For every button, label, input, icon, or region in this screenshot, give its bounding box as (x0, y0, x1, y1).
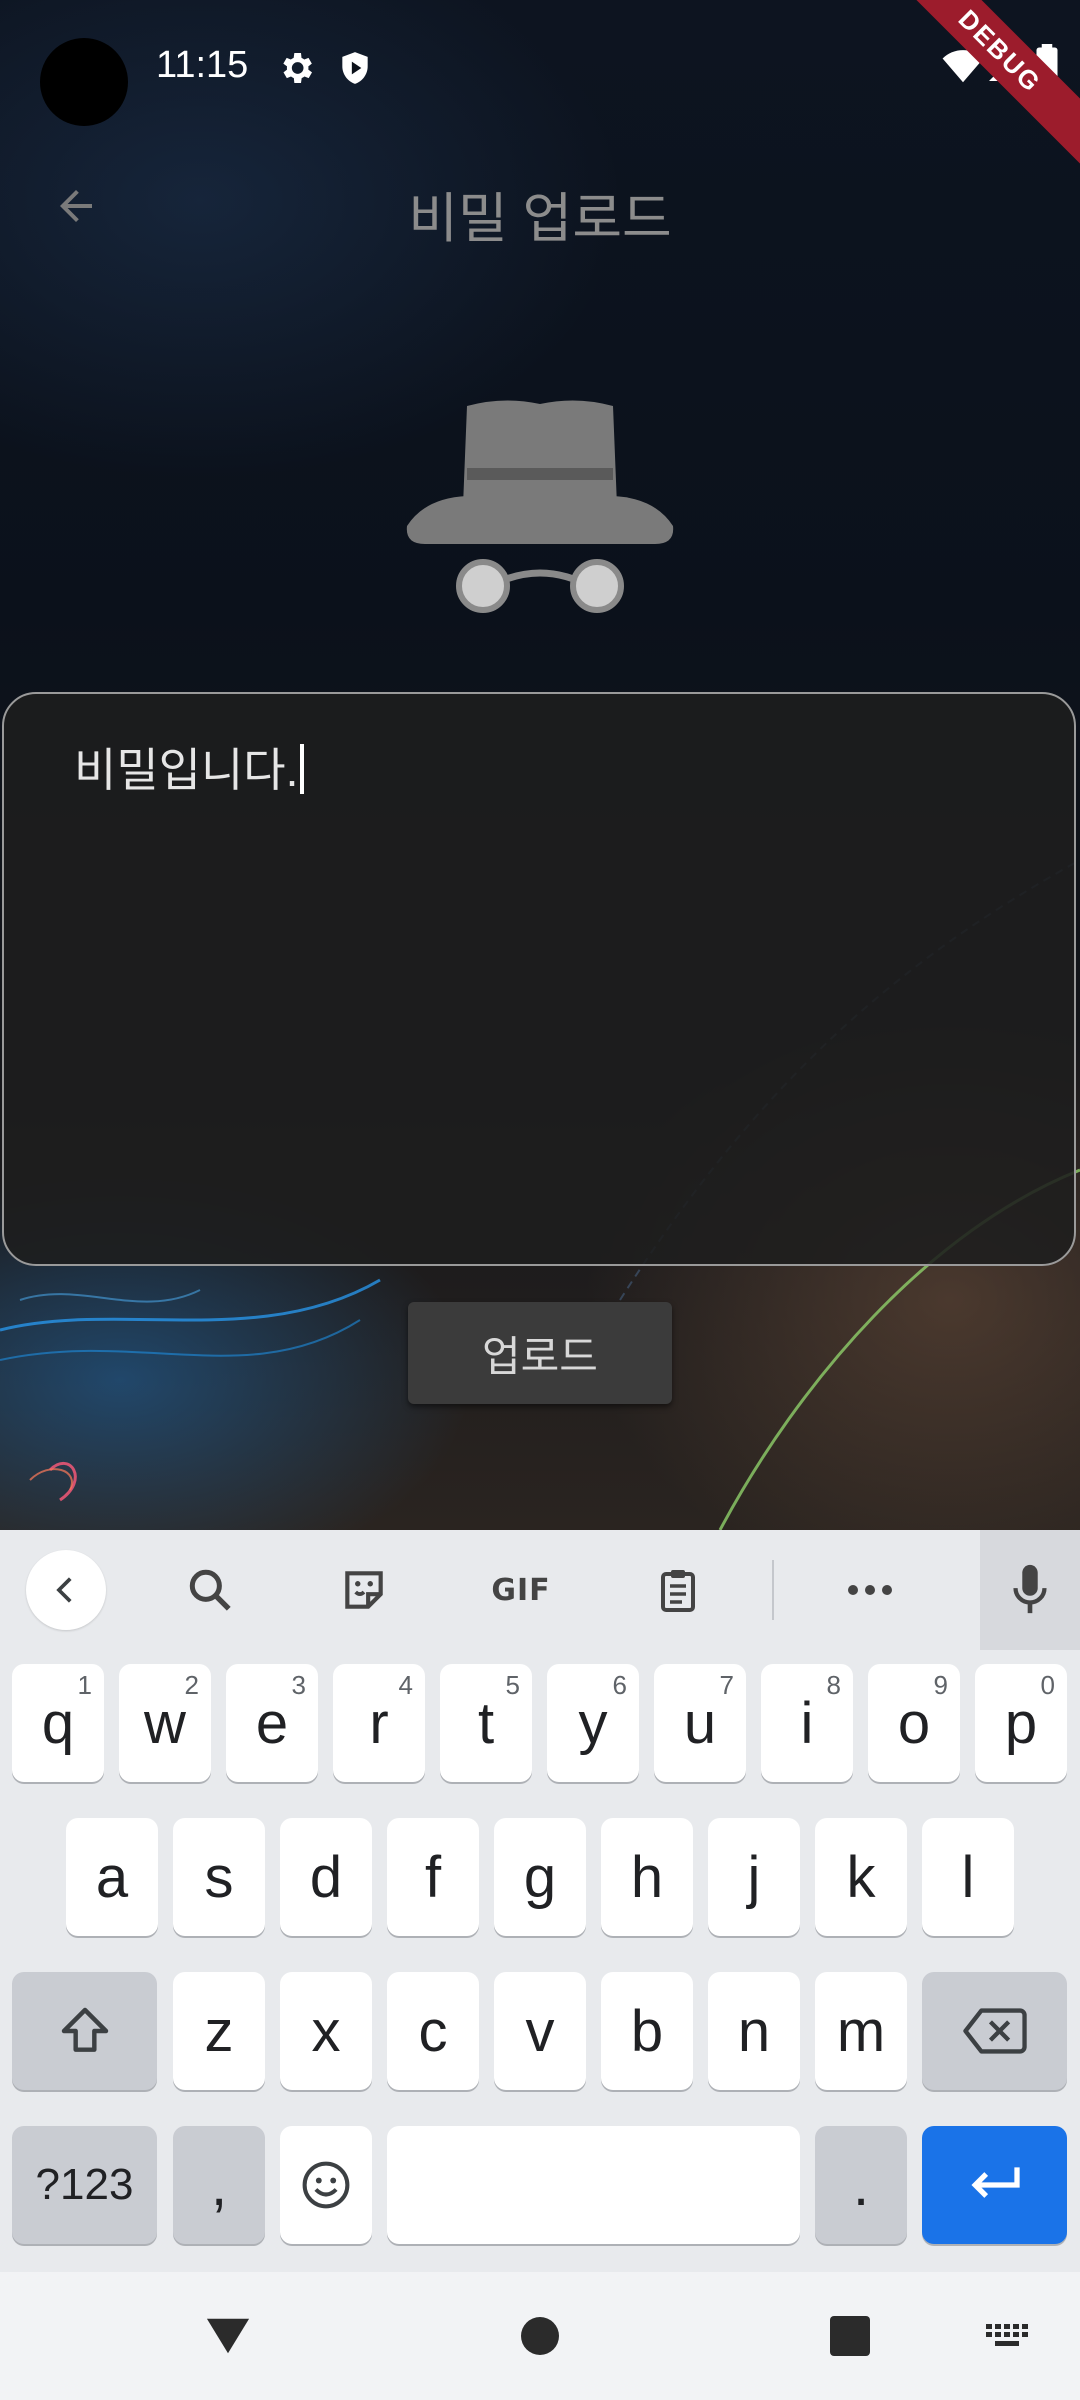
key-l[interactable]: l (922, 1818, 1014, 1936)
home-nav-button[interactable] (500, 2272, 580, 2400)
triangle-down-icon (206, 2318, 250, 2354)
recents-nav-button[interactable] (810, 2272, 890, 2400)
enter-icon (970, 2167, 1020, 2198)
key-f[interactable]: f (387, 1818, 479, 1936)
shift-icon (61, 2007, 108, 2052)
key-k[interactable]: k (815, 1818, 907, 1936)
backspace-key[interactable] (922, 1972, 1067, 2090)
key-h[interactable]: h (601, 1818, 693, 1936)
upload-button[interactable]: 업로드 (408, 1302, 672, 1404)
key-u[interactable]: u7 (654, 1664, 746, 1782)
key-r[interactable]: r4 (333, 1664, 425, 1782)
soft-keyboard: GIF q1 w2 e3 r4 t5 y6 u7 i8 o9 p0 a s d … (0, 1530, 1080, 2272)
square-recents-icon (830, 2316, 870, 2356)
key-c[interactable]: c (387, 1972, 479, 2090)
comma-key[interactable]: , (173, 2126, 265, 2244)
incognito-icon (406, 400, 674, 613)
clipboard-button[interactable] (638, 1530, 718, 1650)
collapse-toolbar-button[interactable] (24, 1530, 108, 1650)
keyboard-search-button[interactable] (170, 1530, 250, 1650)
emoji-key[interactable] (280, 2126, 372, 2244)
key-t[interactable]: t5 (440, 1664, 532, 1782)
key-s[interactable]: s (173, 1818, 265, 1936)
symbols-key[interactable]: ?123 (12, 2126, 157, 2244)
backspace-icon (962, 2008, 1027, 2054)
key-a[interactable]: a (66, 1818, 158, 1936)
keyboard-icon (986, 2324, 1028, 2346)
key-j[interactable]: j (708, 1818, 800, 1936)
sticker-button[interactable] (324, 1530, 404, 1650)
key-d[interactable]: d (280, 1818, 372, 1936)
secret-text-area[interactable]: 비밀입니다. (2, 692, 1076, 1266)
keyboard-toolbar: GIF (0, 1530, 1080, 1650)
chevron-left-icon (56, 1577, 72, 1603)
system-navigation-bar (0, 2272, 1080, 2400)
shift-key[interactable] (12, 1972, 157, 2090)
key-b[interactable]: b (601, 1972, 693, 2090)
search-icon (189, 1569, 231, 1611)
clipboard-icon (661, 1570, 695, 1612)
app-bar: 비밀 업로드 (0, 136, 1080, 276)
key-i[interactable]: i8 (761, 1664, 853, 1782)
voice-input-button[interactable] (980, 1530, 1080, 1650)
more-options-button[interactable] (830, 1530, 910, 1650)
sticker-icon (345, 1571, 383, 1609)
key-n[interactable]: n (708, 1972, 800, 2090)
circle-home-icon (521, 2317, 559, 2355)
key-q[interactable]: q1 (12, 1664, 104, 1782)
key-x[interactable]: x (280, 1972, 372, 2090)
gif-label: GIF (491, 1572, 551, 1608)
key-v[interactable]: v (494, 1972, 586, 2090)
text-cursor (300, 744, 305, 794)
enter-key[interactable] (922, 2126, 1067, 2244)
key-e[interactable]: e3 (226, 1664, 318, 1782)
mic-icon (1013, 1564, 1047, 1614)
toolbar-divider (772, 1560, 774, 1620)
more-horiz-icon (848, 1585, 892, 1595)
status-bar: 11:15 DEBUG (0, 0, 1080, 174)
keyboard-switcher-button[interactable] (978, 2272, 1038, 2400)
key-z[interactable]: z (173, 1972, 265, 2090)
gif-button[interactable]: GIF (476, 1530, 566, 1650)
secret-text-value: 비밀입니다. (74, 734, 305, 800)
camera-cutout (40, 38, 128, 126)
key-o[interactable]: o9 (868, 1664, 960, 1782)
key-m[interactable]: m (815, 1972, 907, 2090)
back-nav-button[interactable] (188, 2272, 268, 2400)
page-title: 비밀 업로드 (408, 189, 672, 249)
space-key[interactable] (387, 2126, 800, 2244)
shield-icon (336, 48, 374, 93)
emoji-icon (302, 2161, 350, 2209)
key-y[interactable]: y6 (547, 1664, 639, 1782)
key-p[interactable]: p0 (975, 1664, 1067, 1782)
key-g[interactable]: g (494, 1818, 586, 1936)
status-clock: 11:15 (156, 44, 249, 86)
settings-icon (276, 48, 316, 93)
period-key[interactable]: . (815, 2126, 907, 2244)
key-w[interactable]: w2 (119, 1664, 211, 1782)
